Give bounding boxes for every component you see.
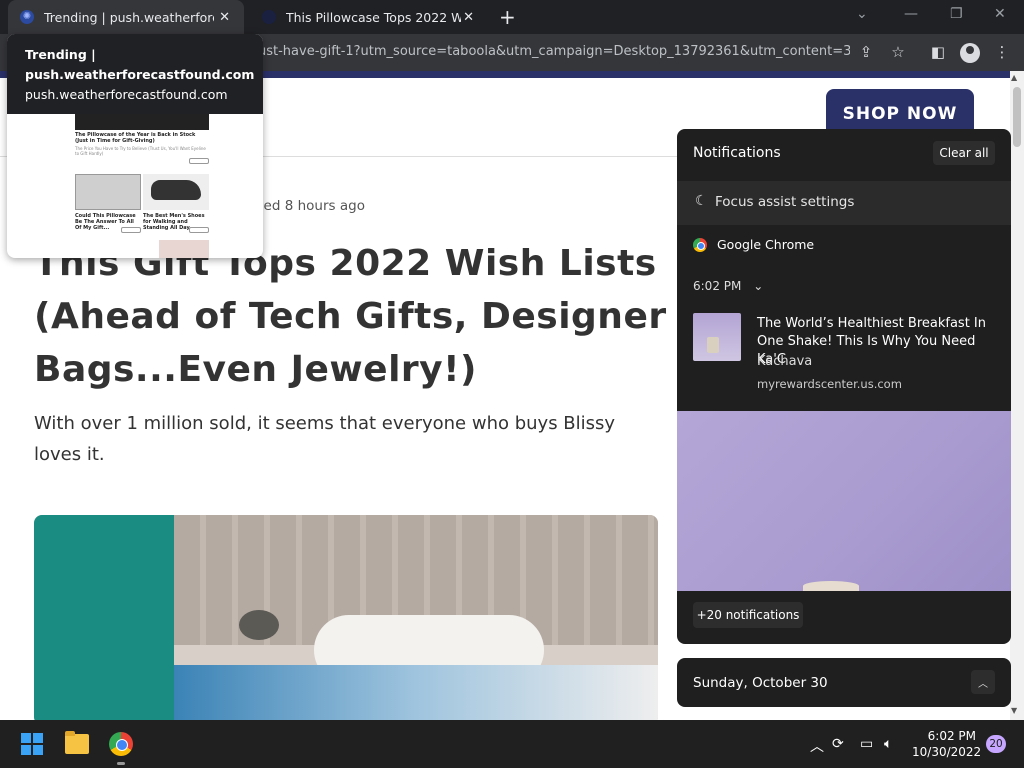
chrome-logo-icon xyxy=(693,237,707,252)
clock-date: 10/30/2022 xyxy=(912,745,982,759)
side-panel-icon[interactable]: ◧ xyxy=(928,43,948,61)
new-tab-button[interactable]: + xyxy=(499,5,516,29)
more-notifications-button[interactable]: +20 notifications xyxy=(693,602,803,628)
notification-center: Notifications Clear all ☾ Focus assist s… xyxy=(677,129,1011,644)
close-tab-icon[interactable]: ✕ xyxy=(463,10,474,25)
article-headline: This Gift Tops 2022 Wish Lists (Ahead of… xyxy=(34,243,667,390)
clear-all-button[interactable]: Clear all xyxy=(933,141,995,165)
taskbar-clock[interactable]: 6:02 PM 10/30/2022 xyxy=(912,728,982,760)
address-bar[interactable]: ust-have-gift-1?utm_source=taboola&utm_c… xyxy=(258,44,850,59)
notification-thumbnail[interactable] xyxy=(693,313,741,361)
tab-strip: ✺ Trending | push.weatherforecastfound.c… xyxy=(0,0,1024,34)
scrollbar-thumb[interactable] xyxy=(1013,87,1021,147)
calendar-panel: Sunday, October 30 ︿ xyxy=(677,658,1011,707)
preview-caption: The Pillowcase of the Year is Back in St… xyxy=(75,132,196,144)
hover-card-domain: push.weatherforecastfound.com xyxy=(25,87,228,102)
scroll-down-arrow-icon[interactable]: ▼ xyxy=(1011,706,1017,715)
moon-icon: ☾ xyxy=(695,193,708,209)
focus-assist-settings[interactable]: ☾ Focus assist settings xyxy=(677,181,1011,225)
tab-search-chevron-icon[interactable]: ⌄ xyxy=(856,6,868,22)
start-button[interactable] xyxy=(21,733,43,755)
notification-time-toggle[interactable]: 6:02 PM ⌄ xyxy=(693,279,763,293)
notification-hero-image[interactable] xyxy=(677,411,1011,591)
site-favicon-icon xyxy=(262,10,276,24)
article-subheadline: With over 1 million sold, it seems that … xyxy=(34,413,616,465)
notifications-header: Notifications xyxy=(693,145,781,161)
notification-source: Kachava xyxy=(757,354,813,369)
expand-calendar-button[interactable]: ︿ xyxy=(971,670,995,694)
app-name: Google Chrome xyxy=(717,237,815,252)
bookmark-star-icon[interactable]: ☆ xyxy=(888,43,908,61)
calendar-date: Sunday, October 30 xyxy=(693,675,828,691)
minimize-button[interactable]: — xyxy=(904,6,918,22)
tab-hover-card: Trending | push.weatherforecastfound.com… xyxy=(7,34,263,258)
notification-count-badge[interactable]: 20 xyxy=(986,735,1006,753)
taskbar: ︿ ⟳ ▭ 🔈︎ 6:02 PM 10/30/2022 20 xyxy=(0,720,1024,768)
scroll-up-arrow-icon[interactable]: ▲ xyxy=(1011,73,1017,82)
notification-time: 6:02 PM xyxy=(693,279,742,293)
tab-title: This Pillowcase Tops 2022 Wish Lists (Ah… xyxy=(286,9,461,25)
focus-assist-label: Focus assist settings xyxy=(715,194,855,210)
share-icon[interactable]: ⇪ xyxy=(856,43,876,61)
published-time: hed 8 hours ago xyxy=(255,198,365,214)
close-tab-icon[interactable]: ✕ xyxy=(219,10,230,25)
show-hidden-icons-chevron-icon[interactable]: ︿ xyxy=(810,736,824,756)
notification-url: myrewardscenter.us.com xyxy=(757,377,902,391)
sync-icon[interactable]: ⟳ xyxy=(832,736,844,752)
page-scrollbar[interactable] xyxy=(1010,71,1024,720)
network-icon[interactable]: ▭ xyxy=(860,736,873,752)
chevron-down-icon: ⌄ xyxy=(753,279,764,293)
running-indicator xyxy=(117,762,125,765)
menu-kebab-icon[interactable]: ⋮ xyxy=(992,43,1012,61)
profile-avatar-icon[interactable] xyxy=(960,43,980,63)
hover-card-title: Trending | push.weatherforecastfound.com xyxy=(25,47,255,82)
restore-button[interactable]: ❐ xyxy=(950,6,963,22)
file-explorer-icon[interactable] xyxy=(65,731,89,754)
close-window-button[interactable]: ✕ xyxy=(994,6,1006,22)
tab-pillowcase[interactable]: This Pillowcase Tops 2022 Wish Lists (Ah… xyxy=(252,0,488,34)
tab-preview-thumbnail: The Pillowcase of the Year is Back in St… xyxy=(67,114,211,258)
tab-trending[interactable]: ✺ Trending | push.weatherforecastfound.c… xyxy=(8,0,244,34)
tab-title: Trending | push.weatherforecastfound.com xyxy=(44,9,214,25)
preview-subcaption: The Price You Have to Try to Believe (Tr… xyxy=(75,146,206,156)
app-group-header: Google Chrome xyxy=(693,237,814,252)
chrome-taskbar-icon[interactable] xyxy=(109,732,133,756)
hero-image xyxy=(34,515,658,720)
site-favicon-icon: ✺ xyxy=(20,10,34,24)
volume-icon[interactable]: 🔈︎ xyxy=(884,736,892,752)
clock-time: 6:02 PM xyxy=(927,729,976,743)
